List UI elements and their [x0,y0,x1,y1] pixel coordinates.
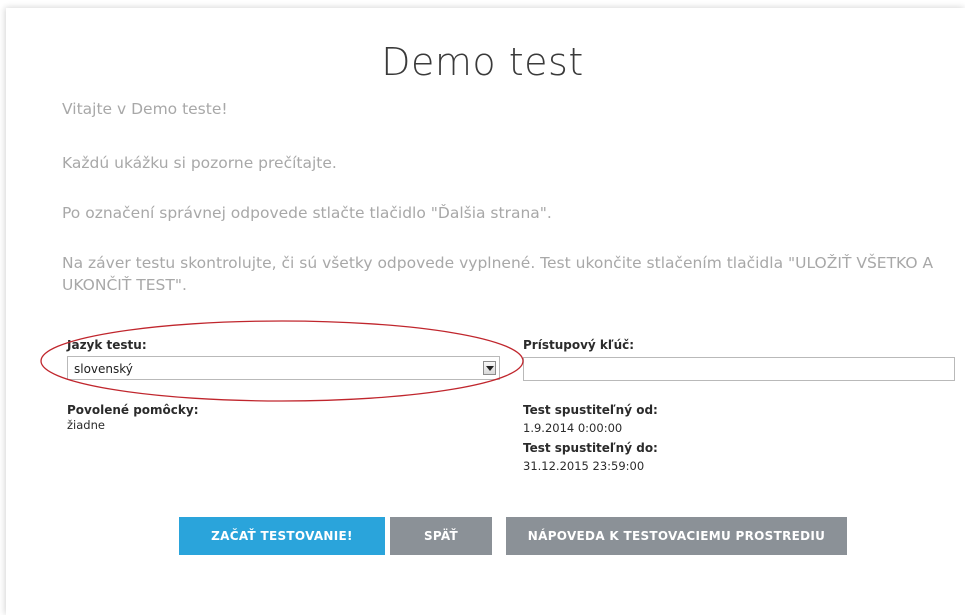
language-selected-value: slovenský [74,362,133,376]
access-key-label: Prístupový kľúč: [523,338,635,352]
start-date-value: 1.9.2014 0:00:00 [523,421,623,435]
intro-finish-instruction: Na záver testu skontrolujte, či sú všetk… [62,254,934,294]
help-button[interactable]: NÁPOVEDA K TESTOVACIEMU PROSTREDIU [506,517,847,555]
intro-welcome: Vitajte v Demo teste! [62,100,228,118]
language-select[interactable]: slovenský [67,356,500,380]
start-testing-button[interactable]: ZAČAŤ TESTOVANIE! [179,517,385,555]
aids-value: žiadne [67,418,105,432]
aids-label: Povolené pomôcky: [67,403,199,417]
end-date-value: 31.12.2015 23:59:00 [523,459,645,473]
chevron-down-icon[interactable] [483,361,496,375]
end-date-label: Test spustiteľný do: [523,441,658,455]
intro-read-carefully: Každú ukážku si pozorne prečítajte. [62,154,337,172]
page-title: Demo test [381,40,584,84]
start-date-label: Test spustiteľný od: [523,403,658,417]
language-label: Jazyk testu: [67,338,147,352]
access-key-input[interactable] [523,357,955,381]
back-button[interactable]: SPÄŤ [390,517,492,555]
intro-next-page-instruction: Po označení správnej odpovede stlačte tl… [62,204,552,222]
